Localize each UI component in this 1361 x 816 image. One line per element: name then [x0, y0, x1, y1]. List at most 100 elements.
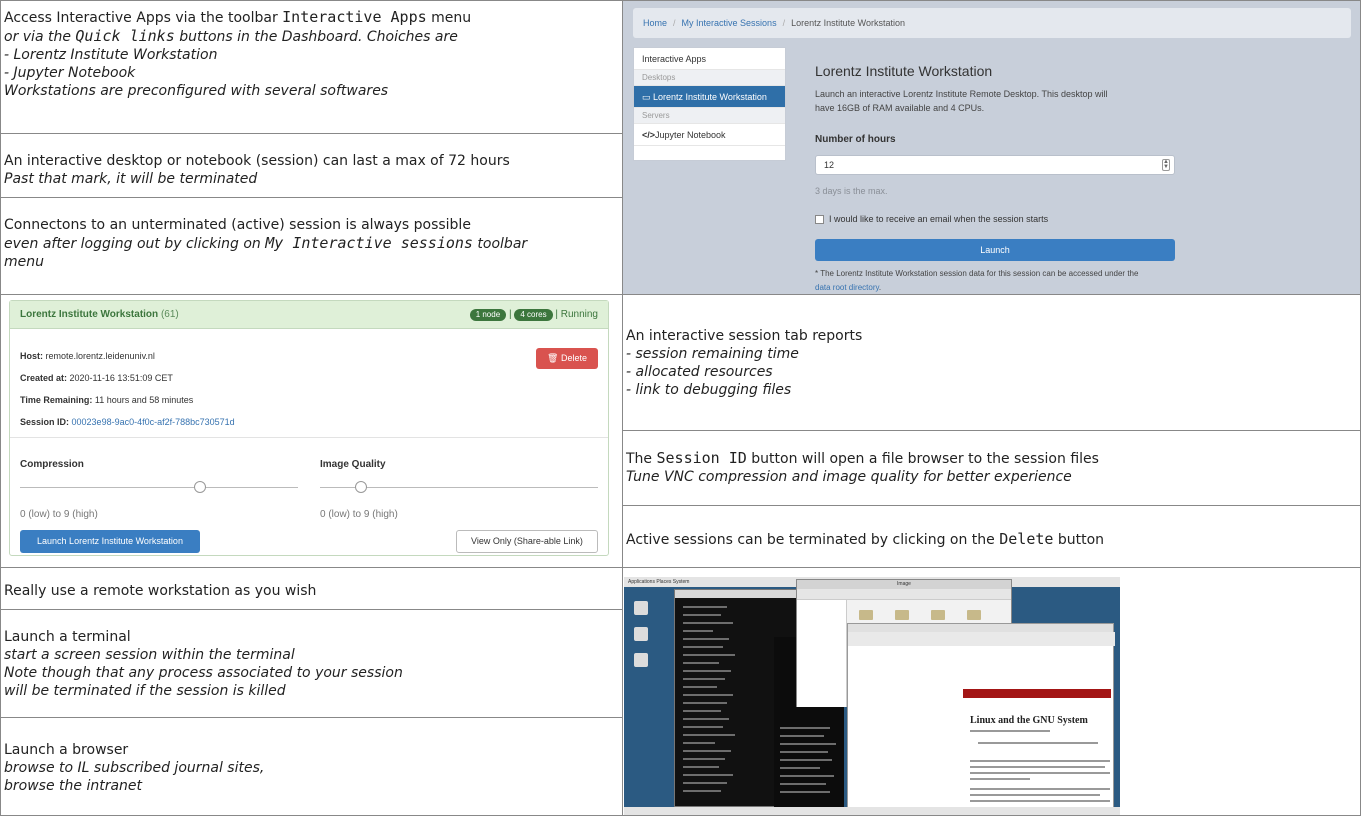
quality-slider-handle[interactable]	[355, 481, 367, 493]
email-checkbox-row[interactable]: I would like to receive an email when th…	[815, 210, 1175, 228]
status-text: Running	[560, 309, 598, 320]
browser-heading: Linux and the GNU System	[970, 715, 1088, 726]
row3-cell-a: Really use a remote workstation as you w…	[0, 567, 623, 610]
row1-cell-c: Connectons to an unterminated (active) s…	[0, 197, 623, 295]
sidebar-item-label: Lorentz Institute Workstation	[653, 92, 767, 102]
text-line: browse to IL subscribed journal sites,	[4, 760, 265, 776]
text-line: Connectons to an unterminated (active) s…	[4, 217, 471, 233]
launch-workstation-button[interactable]: Launch Lorentz Institute Workstation	[20, 530, 200, 553]
sidebar-item-workstation[interactable]: ▭ Lorentz Institute Workstation	[634, 86, 785, 108]
trash-icon: 🗑	[547, 353, 561, 363]
session-card-screenshot: Lorentz Institute Workstation (61) 1 nod…	[1, 295, 621, 565]
code-text: Interactive Apps	[282, 8, 427, 26]
text: toolbar	[472, 236, 528, 252]
form-description: Launch an interactive Lorentz Institute …	[815, 89, 1108, 99]
remote-desktop-screenshot: Applications Places System Image Linux a…	[624, 577, 1120, 815]
row3-cell-c: Launch a browser browse to IL subscribed…	[0, 717, 623, 816]
file-manager-sidebar	[797, 600, 847, 707]
launch-form-screenshot-cell: Home / My Interactive Sessions / Lorentz Ins…	[622, 0, 1361, 295]
browser-window: Linux and the GNU System	[847, 623, 1115, 809]
documentation-table: Access Interactive Apps via the toolbar …	[0, 0, 1361, 816]
sidebar-item-label: Jupyter Notebook	[655, 130, 726, 140]
text-line: An interactive desktop or notebook (sess…	[4, 153, 510, 169]
hours-hint: 3 days is the max.	[815, 186, 888, 196]
separator: |	[508, 309, 512, 320]
spinner-icon[interactable]: ▲ ▼	[1162, 159, 1170, 171]
text-line: An interactive session tab reports	[626, 328, 863, 344]
hours-input[interactable]: 12 ▲ ▼	[815, 155, 1175, 175]
compression-slider-handle[interactable]	[194, 481, 206, 493]
text-line: Note though that any process associated …	[4, 665, 403, 681]
data-note: * The Lorentz Institute Workstation sess…	[815, 269, 1139, 278]
text-line: start a screen session within the termin…	[4, 647, 295, 663]
text: or via the	[4, 29, 76, 45]
session-id-link[interactable]: 00023e98-9ac0-4f0c-af2f-788bc730571d	[72, 417, 235, 427]
desktop-taskbar	[624, 807, 1120, 815]
hours-value: 12	[824, 160, 835, 170]
breadcrumb-sessions[interactable]: My Interactive Sessions	[682, 18, 777, 28]
text-line: - Jupyter Notebook	[4, 65, 136, 81]
file-manager-title: Image	[797, 580, 1011, 589]
text-line: will be terminated if the session is kil…	[4, 683, 286, 699]
data-root-link[interactable]: data root directory	[815, 283, 879, 292]
divider	[10, 437, 608, 438]
host-label: Host:	[20, 351, 43, 361]
text: buttons in the Dashboard. Choiches are	[174, 29, 458, 45]
launch-form: Lorentz Institute Workstation Launch an …	[815, 61, 1175, 294]
text-line: Launch a browser	[4, 742, 129, 758]
hours-label: Number of hours	[815, 134, 896, 145]
folder-icon	[859, 610, 873, 620]
row3-cell-b: Launch a terminal start a screen session…	[0, 609, 623, 718]
text-line: Tune VNC compression and image quality f…	[626, 469, 1072, 485]
text: Active sessions can be terminated by cli…	[626, 532, 1000, 548]
cores-badge: 4 cores	[514, 309, 553, 321]
row1-cell-a: Access Interactive Apps via the toolbar …	[0, 0, 623, 134]
folder-icon	[895, 610, 909, 620]
row1-cell-b: An interactive desktop or notebook (sess…	[0, 133, 623, 198]
text-line: Past that mark, it will be terminated	[4, 171, 258, 187]
text-line: - allocated resources	[626, 364, 773, 380]
desktop-screenshot-cell: Applications Places System Image Linux a…	[622, 567, 1361, 816]
text-line: browse the intranet	[4, 778, 143, 794]
text: button	[1053, 532, 1105, 548]
code-icon: </>	[642, 130, 656, 140]
session-card-cell: Lorentz Institute Workstation (61) 1 nod…	[0, 294, 623, 568]
compression-slider[interactable]	[20, 487, 298, 488]
code-text: Session ID	[656, 449, 747, 467]
sidebar-item-jupyter[interactable]: </>Jupyter Notebook	[634, 124, 785, 146]
apps-sidebar: Interactive Apps Desktops ▭ Lorentz Inst…	[633, 47, 786, 161]
session-count: (61)	[160, 309, 179, 320]
text-line: - session remaining time	[626, 346, 799, 362]
form-title: Lorentz Institute Workstation	[815, 63, 993, 79]
row2-cell-a: An interactive session tab reports - ses…	[622, 294, 1361, 431]
created-value: 2020-11-16 13:51:09 CET	[69, 373, 173, 383]
session-id-label: Session ID:	[20, 417, 70, 427]
folder-icon	[931, 610, 945, 620]
breadcrumb: Home / My Interactive Sessions / Lorentz Ins…	[633, 8, 1351, 38]
session-card: Lorentz Institute Workstation (61) 1 nod…	[9, 300, 609, 556]
launch-button[interactable]: Launch	[815, 239, 1175, 261]
view-only-button[interactable]: View Only (Share-able Link)	[456, 530, 598, 553]
sidebar-group-desktops: Desktops	[634, 70, 785, 86]
row2-cell-b: The Session ID button will open a file b…	[622, 430, 1361, 506]
text-line: - Lorentz Institute Workstation	[4, 47, 218, 63]
text: menu	[426, 10, 472, 26]
breadcrumb-home[interactable]: Home	[643, 18, 667, 28]
host-row: Host: remote.lorentz.leidenuniv.nl	[20, 347, 155, 365]
session-title: Lorentz Institute Workstation	[20, 309, 159, 320]
text: button will open a file browser to the s…	[746, 451, 1099, 467]
created-label: Created at:	[20, 373, 68, 383]
email-checkbox[interactable]	[815, 214, 824, 224]
email-checkbox-label: I would like to receive an email when th…	[829, 214, 1049, 224]
delete-button[interactable]: 🗑 Delete	[536, 348, 598, 369]
trash-icon	[634, 653, 648, 667]
text: .	[878, 283, 882, 292]
time-label: Time Remaining:	[20, 395, 93, 405]
session-card-header: Lorentz Institute Workstation (61) 1 nod…	[10, 301, 608, 329]
code-text: My Interactive sessions	[265, 234, 473, 252]
compression-label: Compression	[20, 459, 84, 470]
text-line: - link to debugging files	[626, 382, 792, 398]
sidebar-title: Interactive Apps	[634, 48, 785, 70]
compression-range: 0 (low) to 9 (high)	[20, 509, 98, 520]
quality-label: Image Quality	[320, 459, 386, 470]
